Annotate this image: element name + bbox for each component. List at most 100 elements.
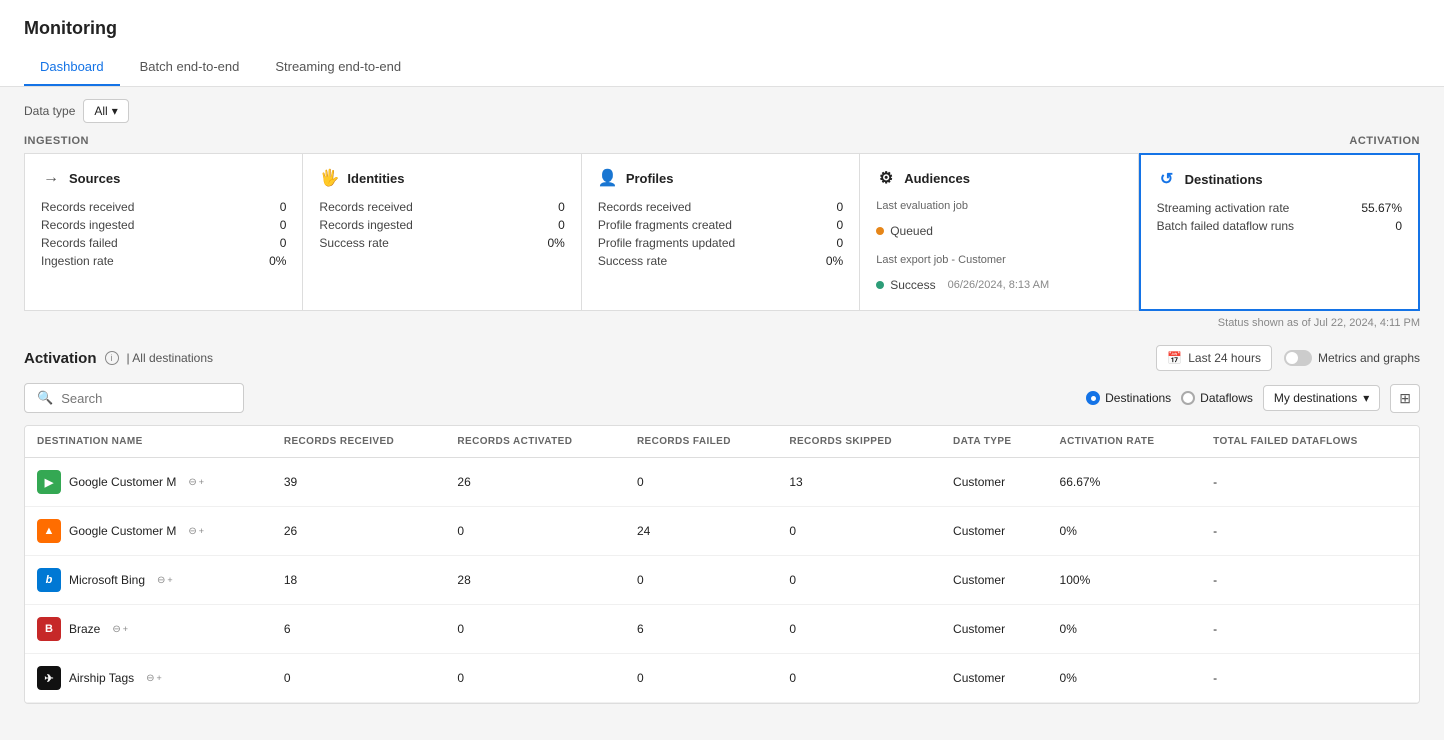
label: Success rate [319, 236, 388, 250]
col-records-skipped: RECORDS SKIPPED [777, 426, 941, 458]
value: 0% [826, 254, 843, 268]
label: Records failed [41, 236, 118, 250]
activation-controls: 📅 Last 24 hours Metrics and graphs [1156, 345, 1420, 371]
audiences-rows: Last evaluation job Queued Last export j… [876, 200, 1121, 296]
info-icon[interactable]: i [105, 351, 119, 365]
identities-rows: Records received 0 Records ingested 0 Su… [319, 200, 564, 250]
activation-rate: 100% [1048, 556, 1202, 605]
queued-status: Queued [876, 224, 1121, 238]
ingestion-label: INGESTION [24, 135, 89, 147]
user-icon: 👤 [598, 168, 618, 188]
search-input[interactable] [61, 391, 231, 406]
col-records-activated: RECORDS ACTIVATED [445, 426, 625, 458]
dest-logo: ▲ [37, 519, 61, 543]
time-filter-dropdown[interactable]: 📅 Last 24 hours [1156, 345, 1272, 371]
records-received: 0 [272, 654, 446, 703]
dest-name: Microsoft Bing [69, 573, 145, 587]
cards-row: → Sources Records received 0 Records ing… [0, 153, 1444, 311]
value: 0% [269, 254, 286, 268]
identities-card: 🖐 Identities Records received 0 Records … [303, 153, 581, 311]
profiles-row-success: Success rate 0% [598, 254, 843, 268]
dataflows-radio[interactable]: Dataflows [1181, 391, 1253, 405]
audiences-title: ⚙ Audiences [876, 168, 1121, 188]
all-destinations-label: | All destinations [127, 351, 214, 365]
search-box: 🔍 [24, 383, 244, 413]
toggle-control[interactable] [1284, 350, 1312, 366]
col-destination-name: DESTINATION NAME [25, 426, 272, 458]
my-destinations-label: My destinations [1274, 391, 1357, 405]
value: 0 [280, 200, 287, 214]
sources-card: → Sources Records received 0 Records ing… [24, 153, 303, 311]
destinations-radio[interactable]: Destinations [1086, 391, 1171, 405]
profiles-row-fragments-created: Profile fragments created 0 [598, 218, 843, 232]
identities-title-text: Identities [347, 171, 404, 186]
sources-title-text: Sources [69, 171, 120, 186]
filter-tag-icon[interactable]: ⊖+ [188, 477, 204, 488]
data-type-label: Data type [24, 104, 75, 118]
audiences-card: ⚙ Audiences Last evaluation job Queued L… [860, 153, 1138, 311]
filter-options: Destinations Dataflows My destinations ▾… [1086, 384, 1420, 413]
tab-dashboard[interactable]: Dashboard [24, 51, 120, 86]
destinations-table: DESTINATION NAME RECORDS RECEIVED RECORD… [25, 426, 1419, 703]
profiles-title: 👤 Profiles [598, 168, 843, 188]
section-labels: INGESTION ACTIVATION [0, 135, 1444, 153]
search-icon: 🔍 [37, 390, 53, 406]
filter-tag-icon[interactable]: ⊖+ [146, 673, 162, 684]
identities-row-success: Success rate 0% [319, 236, 564, 250]
last-export-label: Last export job - Customer [876, 254, 1121, 266]
records-received: 18 [272, 556, 446, 605]
audiences-icon: ⚙ [876, 168, 896, 188]
sources-row-ingested: Records ingested 0 [41, 218, 286, 232]
my-destinations-dropdown[interactable]: My destinations ▾ [1263, 385, 1380, 411]
label: Records ingested [41, 218, 134, 232]
dest-logo: B [37, 617, 61, 641]
total-failed: - [1201, 605, 1419, 654]
dest-name: Airship Tags [69, 671, 134, 685]
label: Ingestion rate [41, 254, 114, 268]
records-activated: 0 [445, 605, 625, 654]
table-controls: 🔍 Destinations Dataflows My destinations… [24, 383, 1420, 413]
sources-row-failed: Records failed 0 [41, 236, 286, 250]
dest-logo: ▶ [37, 470, 61, 494]
value: 0 [558, 218, 565, 232]
table-row[interactable]: b Microsoft Bing ⊖+ 18 28 0 0 Customer 1… [25, 556, 1419, 605]
records-skipped: 0 [777, 605, 941, 654]
last-evaluation-label: Last evaluation job [876, 200, 1121, 212]
metrics-toggle[interactable]: Metrics and graphs [1284, 350, 1420, 366]
data-type: Customer [941, 458, 1048, 507]
streaming-rate-value: 55.67% [1361, 201, 1402, 215]
radio-filled-icon [1086, 391, 1100, 405]
fingerprint-icon: 🖐 [319, 168, 339, 188]
dest-name-cell: ▲ Google Customer M ⊖+ [25, 507, 272, 556]
data-type-dropdown[interactable]: All ▾ [83, 99, 128, 123]
records-activated: 26 [445, 458, 625, 507]
activation-label: ACTIVATION [1349, 135, 1420, 147]
label: Success rate [598, 254, 667, 268]
sources-row-rate: Ingestion rate 0% [41, 254, 286, 268]
records-received: 6 [272, 605, 446, 654]
radio-empty-icon [1181, 391, 1195, 405]
tab-streaming[interactable]: Streaming end-to-end [259, 51, 417, 86]
value: 0 [837, 218, 844, 232]
filter-tag-icon[interactable]: ⊖+ [188, 526, 204, 537]
filter-bar: Data type All ▾ [0, 87, 1444, 135]
activation-title: Activation [24, 350, 97, 367]
table-row[interactable]: ▶ Google Customer M ⊖+ 39 26 0 13 Custom… [25, 458, 1419, 507]
records-received: 26 [272, 507, 446, 556]
filter-tag-icon[interactable]: ⊖+ [112, 624, 128, 635]
table-row[interactable]: ▲ Google Customer M ⊖+ 26 0 24 0 Custome… [25, 507, 1419, 556]
destinations-option-label: Destinations [1105, 391, 1171, 405]
data-type-value: All [94, 104, 107, 118]
value: 0 [837, 236, 844, 250]
value: 0% [547, 236, 564, 250]
value: 0 [558, 200, 565, 214]
page-title: Monitoring [24, 18, 1420, 39]
filter-tag-icon[interactable]: ⊖+ [157, 575, 173, 586]
records-activated: 0 [445, 654, 625, 703]
table-row[interactable]: ✈ Airship Tags ⊖+ 0 0 0 0 Customer 0% - [25, 654, 1419, 703]
tab-batch[interactable]: Batch end-to-end [124, 51, 256, 86]
table-header: DESTINATION NAME RECORDS RECEIVED RECORD… [25, 426, 1419, 458]
columns-icon[interactable]: ⊞ [1390, 384, 1420, 413]
table-row[interactable]: B Braze ⊖+ 6 0 6 0 Customer 0% - [25, 605, 1419, 654]
destinations-title-text: Destinations [1185, 172, 1263, 187]
